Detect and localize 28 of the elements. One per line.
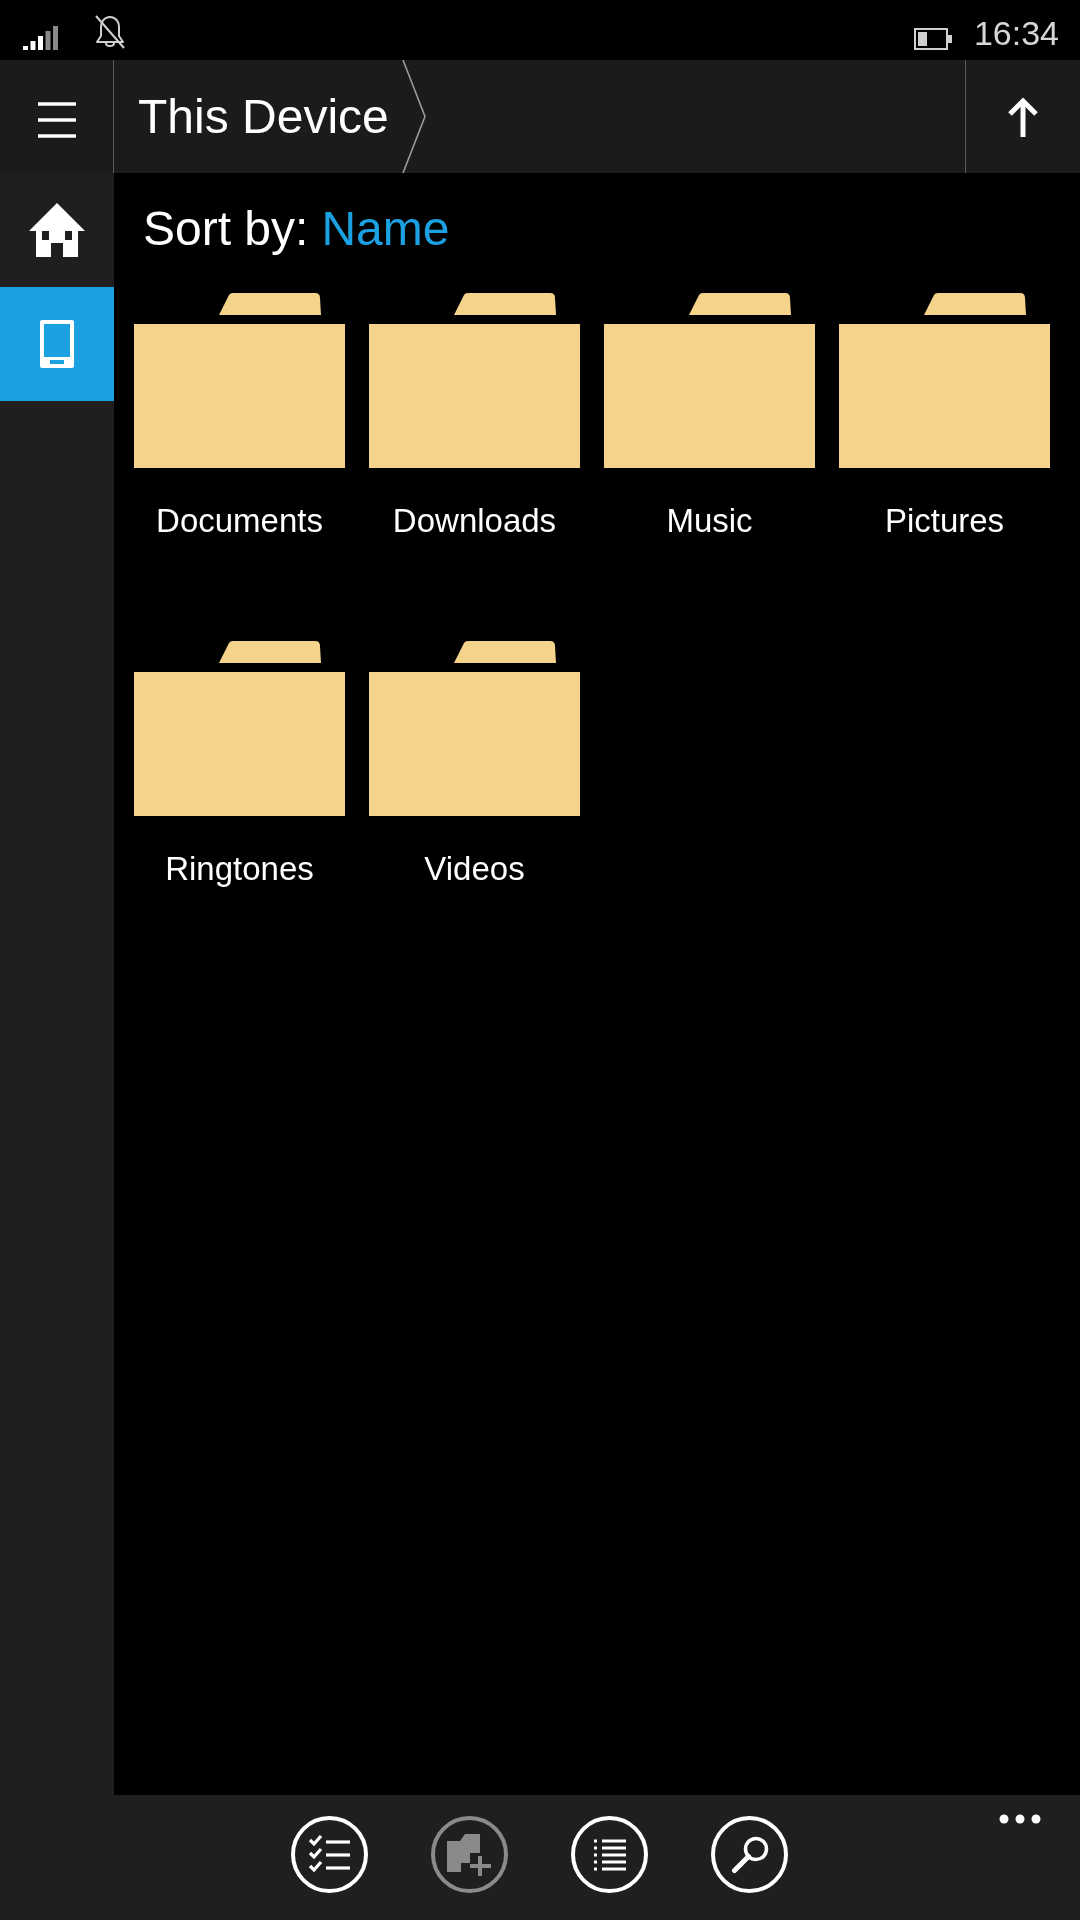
folder-item[interactable]: Downloads [369, 293, 580, 541]
bell-off-icon [94, 14, 126, 50]
folder-item[interactable]: Documents [134, 293, 345, 541]
folder-icon [134, 293, 345, 468]
folder-item[interactable]: Pictures [839, 293, 1050, 541]
phone-icon [40, 320, 74, 368]
folder-icon [604, 293, 815, 468]
home-icon [29, 203, 85, 257]
status-time: 16:34 [973, 13, 1059, 53]
sort-value[interactable]: Name [321, 199, 450, 259]
list-icon [593, 1837, 626, 1872]
checklist-icon [307, 1834, 352, 1875]
folder-item[interactable]: Ringtones [134, 641, 345, 889]
folder-icon [839, 293, 1050, 468]
chevron-icon [401, 60, 426, 173]
folder-icon [369, 293, 580, 468]
menu-icon [37, 101, 76, 138]
breadcrumb-item[interactable]: This Device [138, 60, 389, 173]
folder-item[interactable]: Music [604, 293, 815, 541]
sort-label: Sort by: [143, 201, 309, 257]
folder-plus-icon [446, 1833, 493, 1876]
search-icon [730, 1835, 769, 1874]
folder-icon [134, 641, 345, 816]
signal-icon [23, 26, 59, 50]
folder-icon [369, 641, 580, 816]
battery-icon [913, 28, 952, 50]
more-icon [999, 1814, 1041, 1824]
folder-item[interactable]: Videos [369, 641, 580, 889]
